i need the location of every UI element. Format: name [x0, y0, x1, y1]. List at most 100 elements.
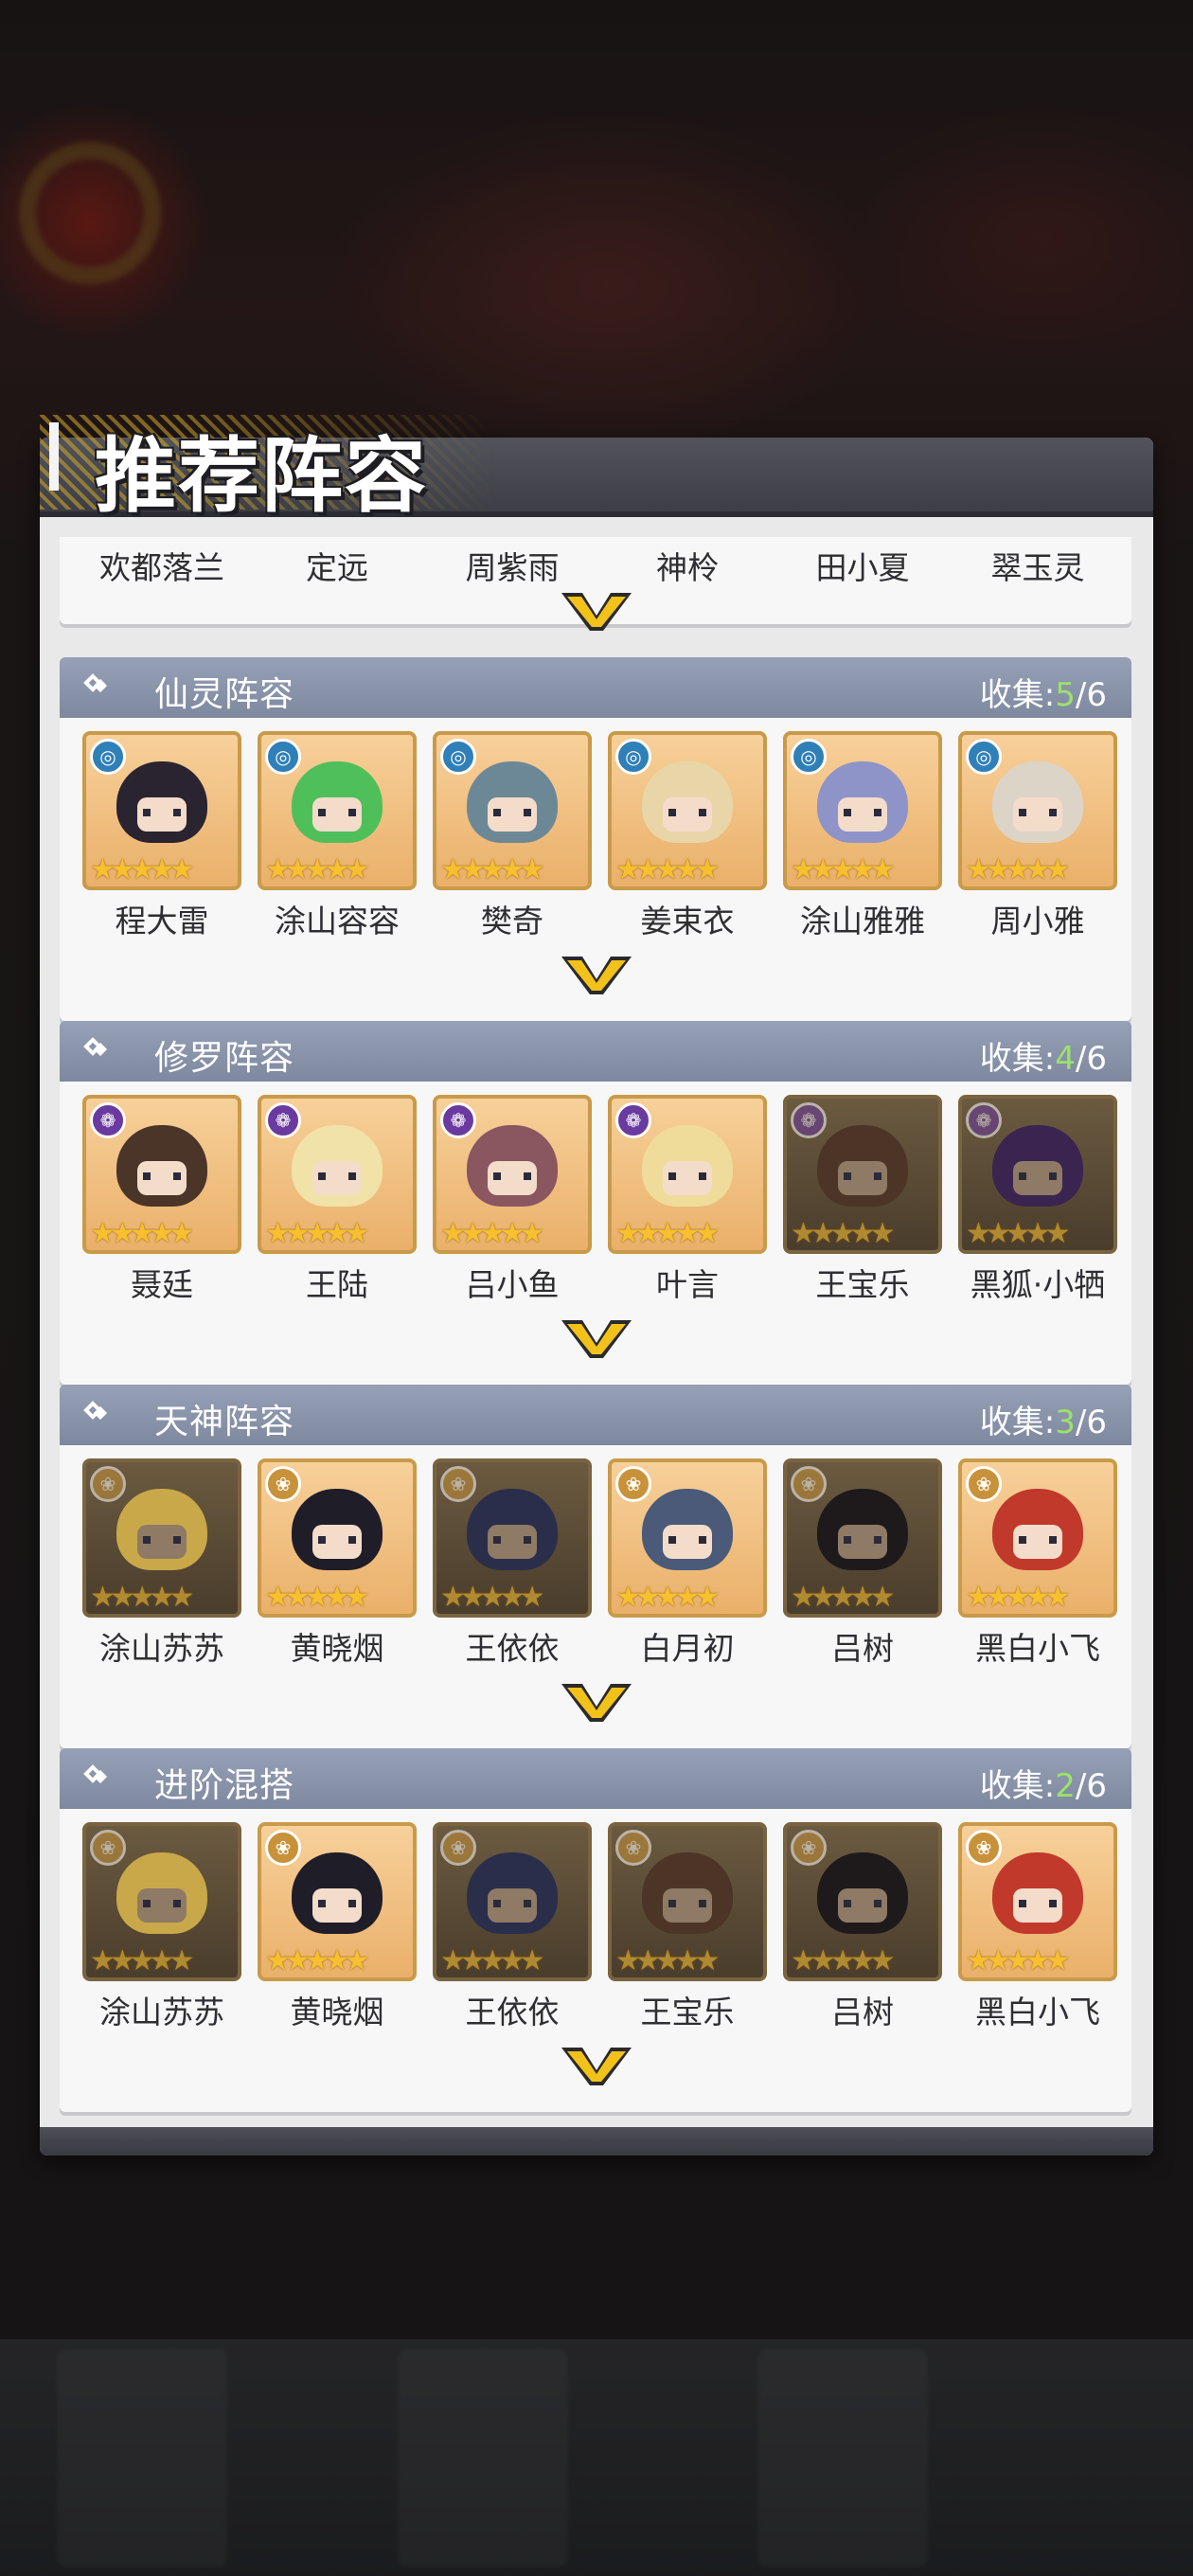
character-portrait[interactable]: ❀ ★★★★★	[783, 1458, 942, 1618]
character-portrait[interactable]: ❀ ★★★★★	[608, 1822, 767, 1981]
character-slot[interactable]: ❀ ★★★★★ 黑白小飞	[958, 1458, 1117, 1669]
collection-total: /6	[1075, 676, 1107, 714]
character-name: 吕小鱼	[465, 1266, 560, 1303]
character-slot[interactable]: ◎ ★★★★★ 涂山雅雅	[783, 731, 942, 941]
character-portrait[interactable]: ❁ ★★★★★	[433, 1095, 592, 1254]
character-eyes	[844, 809, 881, 816]
fire-element-icon: ❁	[791, 1102, 827, 1138]
character-portrait[interactable]: ❀ ★★★★★	[958, 1458, 1117, 1618]
lotus-element-icon: ❀	[615, 1466, 651, 1502]
character-name: 王陆	[306, 1266, 368, 1303]
character-slot[interactable]: ❀ ★★★★★ 吕树	[783, 1458, 942, 1669]
character-slot[interactable]: ◎ ★★★★★ 程大雷	[82, 731, 241, 941]
character-portrait[interactable]: ❀ ★★★★★	[958, 1822, 1117, 1981]
star-rating-icon: ★★★★★	[440, 1944, 545, 1977]
character-name: 黄晓烟	[290, 1994, 384, 2030]
section-title: 仙灵阵容	[154, 675, 295, 714]
character-eyes	[493, 1536, 531, 1544]
star-rating-icon: ★★★★★	[791, 1944, 896, 1977]
expand-chevron-icon[interactable]	[558, 587, 635, 635]
collection-count: 收集:3/6	[980, 1396, 1107, 1442]
lotus-element-icon: ❀	[90, 1466, 126, 1502]
expand-chevron-icon[interactable]	[558, 2042, 635, 2089]
collection-count: 收集:5/6	[980, 669, 1107, 715]
character-portrait[interactable]: ❀ ★★★★★	[783, 1822, 942, 1981]
character-portrait[interactable]: ❁ ★★★★★	[783, 1095, 942, 1254]
character-slot[interactable]: ❁ ★★★★★ 叶言	[608, 1095, 767, 1305]
lotus-element-icon: ❀	[265, 1830, 301, 1866]
section-header[interactable]: 天神阵容 收集:3/6	[60, 1385, 1131, 1445]
character-name: 黄晓烟	[290, 1630, 384, 1667]
character-name: 黑白小飞	[975, 1630, 1100, 1667]
character-slot[interactable]: ❁ ★★★★★ 王宝乐	[783, 1095, 942, 1305]
character-slot[interactable]: ❀ ★★★★★ 黄晓烟	[258, 1822, 417, 2032]
character-name: 程大雷	[115, 903, 209, 939]
character-slot[interactable]: ◎ ★★★★★ 姜束衣	[608, 731, 767, 941]
character-portrait[interactable]: ❀ ★★★★★	[82, 1458, 241, 1618]
character-portrait[interactable]: ◎ ★★★★★	[258, 731, 417, 890]
character-slot[interactable]: ❀ ★★★★★ 涂山苏苏	[82, 1458, 241, 1669]
character-sprite	[292, 1125, 383, 1207]
star-rating-icon: ★★★★★	[90, 1581, 195, 1614]
character-slot[interactable]: ❀ ★★★★★ 白月初	[608, 1458, 767, 1669]
star-rating-icon: ★★★★★	[90, 1217, 195, 1250]
character-slot[interactable]: ◎ ★★★★★ 周小雅	[958, 731, 1117, 941]
star-rating-icon: ★★★★★	[966, 853, 1071, 886]
character-slot[interactable]: ❀ ★★★★★ 王依依	[433, 1822, 592, 2032]
section-title: 天神阵容	[154, 1403, 295, 1441]
character-portrait[interactable]: ❀ ★★★★★	[433, 1822, 592, 1981]
character-portrait[interactable]: ❀ ★★★★★	[258, 1458, 417, 1618]
character-slot[interactable]: ❀ ★★★★★ 黄晓烟	[258, 1458, 417, 1669]
character-slot[interactable]: ◎ ★★★★★ 涂山容容	[258, 731, 417, 941]
character-portrait[interactable]: ❀ ★★★★★	[608, 1458, 767, 1618]
character-portrait[interactable]: ❁ ★★★★★	[258, 1095, 417, 1254]
water-element-icon: ◎	[966, 739, 1002, 775]
star-rating-icon: ★★★★★	[791, 1217, 896, 1250]
star-rating-icon: ★★★★★	[966, 1581, 1071, 1614]
character-portrait[interactable]: ◎ ★★★★★	[608, 731, 767, 890]
character-portrait[interactable]: ◎ ★★★★★	[783, 731, 942, 890]
character-slot[interactable]: ❁ ★★★★★ 黑狐·小牺	[958, 1095, 1117, 1305]
section-header[interactable]: 修罗阵容 收集:4/6	[60, 1021, 1131, 1082]
expand-chevron-icon[interactable]	[558, 951, 635, 998]
character-portrait[interactable]: ❀ ★★★★★	[258, 1822, 417, 1981]
character-portrait[interactable]: ◎ ★★★★★	[433, 731, 592, 890]
character-slot[interactable]: ❁ ★★★★★ 王陆	[258, 1095, 417, 1305]
water-element-icon: ◎	[90, 739, 126, 775]
collection-label: 收集:	[979, 676, 1056, 714]
character-portrait[interactable]: ❁ ★★★★★	[82, 1095, 241, 1254]
character-slot[interactable]: ❁ ★★★★★ 吕小鱼	[433, 1095, 592, 1305]
character-portrait[interactable]: ❀ ★★★★★	[82, 1822, 241, 1981]
character-slot[interactable]: ❀ ★★★★★ 王依依	[433, 1458, 592, 1669]
section-header[interactable]: 进阶混搭 收集:2/6	[60, 1748, 1131, 1809]
character-name: 白月初	[640, 1630, 735, 1667]
character-name: 欢都落兰	[99, 549, 224, 586]
section-header[interactable]: 仙灵阵容 收集:5/6	[60, 657, 1131, 718]
character-portrait[interactable]: ❁ ★★★★★	[608, 1095, 767, 1254]
diamond-icon	[86, 1767, 107, 1788]
character-portrait[interactable]: ❀ ★★★★★	[433, 1458, 592, 1618]
diamond-icon	[86, 1040, 107, 1061]
character-portrait[interactable]: ❁ ★★★★★	[958, 1095, 1117, 1254]
character-slot[interactable]: ◎ ★★★★★ 樊奇	[433, 731, 592, 941]
collection-total: /6	[1075, 1040, 1107, 1078]
star-rating-icon: ★★★★★	[440, 853, 545, 886]
character-slot[interactable]: ❀ ★★★★★ 黑白小飞	[958, 1822, 1117, 2032]
lotus-element-icon: ❀	[440, 1830, 476, 1866]
character-eyes	[668, 1172, 706, 1180]
character-portrait[interactable]: ◎ ★★★★★	[958, 731, 1117, 890]
character-slot[interactable]: ❀ ★★★★★ 王宝乐	[608, 1822, 767, 2032]
character-sprite	[992, 1489, 1083, 1570]
character-slot[interactable]: ❀ ★★★★★ 涂山苏苏	[82, 1822, 241, 2032]
character-eyes	[318, 1536, 356, 1544]
expand-chevron-icon[interactable]	[558, 1678, 635, 1726]
character-sprite	[467, 1125, 558, 1207]
character-slot[interactable]: ❀ ★★★★★ 吕树	[783, 1822, 942, 2032]
character-sprite	[467, 1852, 558, 1934]
character-eyes	[844, 1536, 881, 1544]
character-slot[interactable]: ❁ ★★★★★ 聂廷	[82, 1095, 241, 1305]
character-sprite	[292, 761, 383, 843]
lotus-element-icon: ❀	[440, 1466, 476, 1502]
character-portrait[interactable]: ◎ ★★★★★	[82, 731, 241, 890]
expand-chevron-icon[interactable]	[558, 1315, 635, 1362]
